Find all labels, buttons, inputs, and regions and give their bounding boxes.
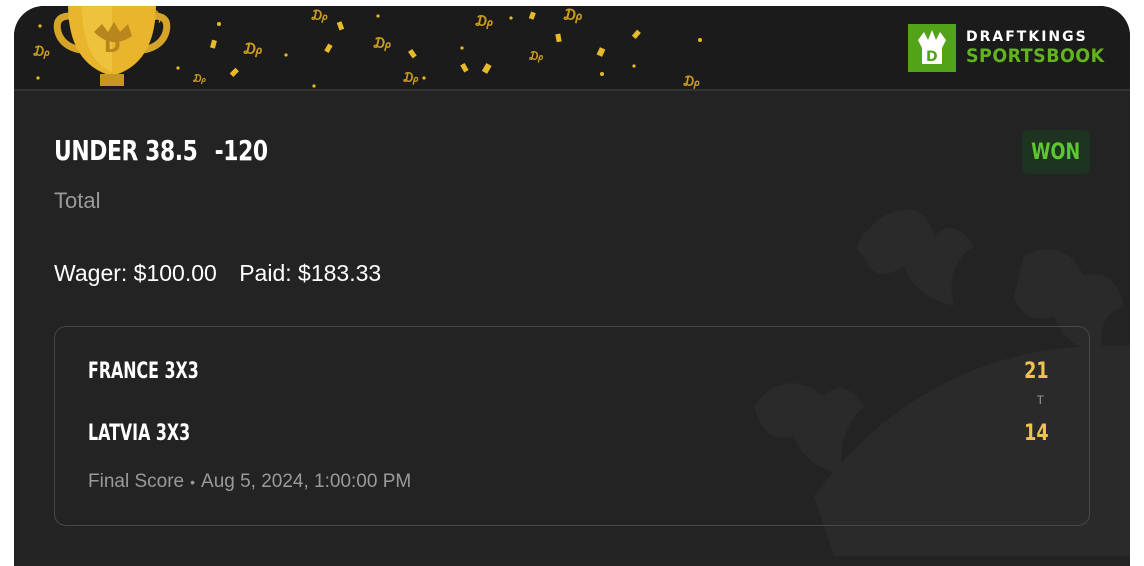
svg-text:D: D — [104, 33, 121, 57]
period-indicator: T — [1036, 393, 1044, 407]
team-name-away: LATVIA 3X3 — [88, 421, 191, 446]
game-scoreboard[interactable]: FRANCE 3X3 21 T LATVIA 3X3 14 Final Scor… — [54, 326, 1090, 526]
svg-text:₯: ₯ — [310, 8, 329, 24]
status-label: WON — [1031, 139, 1081, 165]
svg-text:₯: ₯ — [192, 72, 207, 85]
draftkings-crown-icon: D — [908, 24, 956, 72]
svg-text:₯: ₯ — [562, 6, 584, 24]
status-badge: WON — [1022, 130, 1090, 174]
game-datetime: Aug 5, 2024, 1:00:00 PM — [201, 471, 412, 492]
bet-card-header: ₯ ₯ ₯ ₯ ₯ ₯ ₯ ₯ ₯ ₯ ₯ D D DRAFTKINGS SPO… — [14, 6, 1130, 91]
wager-label: Wager: — [54, 260, 128, 286]
separator-dot: • — [190, 474, 196, 490]
game-status: Final Score — [88, 471, 185, 492]
svg-text:D: D — [926, 49, 938, 65]
game-status-line: Final Score • Aug 5, 2024, 1:00:00 PM — [88, 471, 411, 493]
market-type: Total — [54, 188, 101, 213]
brand-name: DRAFTKINGS — [966, 29, 1088, 45]
team-score-away: 14 — [1024, 421, 1050, 446]
svg-text:₯: ₯ — [372, 34, 393, 52]
bet-selection: UNDER 38.5 -120 — [54, 134, 268, 167]
selection-label: UNDER 38.5 — [54, 134, 198, 167]
bet-card: ₯ ₯ ₯ ₯ ₯ ₯ ₯ ₯ ₯ ₯ ₯ D D DRAFTKINGS SPO… — [14, 6, 1130, 566]
odds-value: -120 — [214, 134, 268, 167]
svg-text:₯: ₯ — [402, 71, 420, 86]
wager-amount: $100.00 — [133, 260, 217, 286]
team-name-home: FRANCE 3X3 — [88, 359, 199, 384]
svg-text:₯: ₯ — [682, 74, 701, 89]
brand-product: SPORTSBOOK — [966, 45, 1105, 67]
svg-text:₯: ₯ — [474, 12, 495, 30]
trophy-icon: D — [53, 6, 171, 86]
svg-text:₯: ₯ — [528, 49, 545, 63]
svg-text:₯: ₯ — [242, 39, 264, 58]
team-score-home: 21 — [1024, 359, 1050, 384]
wager-summary: Wager: $100.00 Paid: $183.33 — [54, 260, 381, 287]
draftkings-sportsbook-logo: D DRAFTKINGS SPORTSBOOK — [908, 24, 1117, 72]
svg-text:₯: ₯ — [32, 44, 51, 60]
paid-amount: $183.33 — [298, 260, 382, 286]
paid-label: Paid: — [239, 260, 292, 286]
